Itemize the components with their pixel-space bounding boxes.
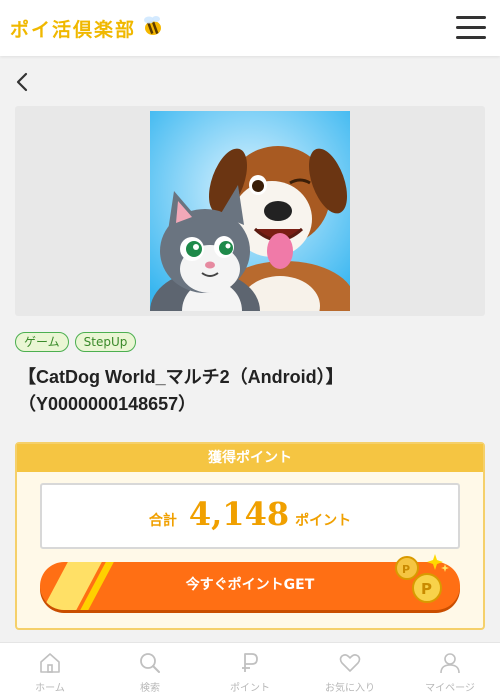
home-icon xyxy=(40,653,60,673)
site-logo[interactable]: ポイ活倶楽部 xyxy=(10,14,164,42)
nav-item-mypage[interactable]: マイページ xyxy=(400,643,500,700)
offer-title: 【CatDog World_マルチ2（Android）】（Y0000000148… xyxy=(18,367,344,414)
points-header: 獲得ポイント xyxy=(17,444,483,472)
bee-icon xyxy=(140,14,164,42)
user-icon xyxy=(440,653,460,674)
points-value: 4,148 xyxy=(188,495,290,533)
points-total-box: 合計 4,148 ポイント xyxy=(40,483,460,549)
app-thumbnail-image xyxy=(150,111,350,311)
site-header: ポイ活倶楽部 xyxy=(0,0,500,56)
bottom-nav: ホーム 検索 ポイント お気に入り マイページ xyxy=(0,642,500,700)
nav-item-search[interactable]: 検索 xyxy=(100,643,200,700)
heart-icon xyxy=(339,654,361,672)
nav-label-search: 検索 xyxy=(140,683,160,694)
svg-text:P: P xyxy=(421,580,432,598)
app-image-frame xyxy=(15,106,485,316)
nav-item-point[interactable]: ポイント xyxy=(200,643,300,700)
nav-item-home[interactable]: ホーム xyxy=(0,643,100,700)
search-icon xyxy=(140,653,160,673)
svg-text:P: P xyxy=(402,563,410,576)
tag-stepup[interactable]: StepUp xyxy=(74,332,137,352)
logo-text: ポイ活倶楽部 xyxy=(10,18,137,41)
points-total-label: 合計 xyxy=(148,513,177,529)
tag-game[interactable]: ゲーム xyxy=(15,332,69,352)
chevron-left-icon[interactable] xyxy=(14,72,32,92)
points-unit: ポイント xyxy=(295,513,352,529)
nav-label-favorite: お気に入り xyxy=(325,683,375,694)
point-icon xyxy=(242,653,258,672)
tag-list: ゲーム StepUp xyxy=(15,332,137,352)
coins-icon: P P xyxy=(393,552,453,608)
nav-label-home: ホーム xyxy=(35,683,65,694)
hamburger-menu-icon[interactable] xyxy=(456,14,488,42)
points-card: 獲得ポイント 合計 4,148 ポイント 今すぐポイントGET P P xyxy=(15,442,485,630)
main-content: ゲーム StepUp 【CatDog World_マルチ2（Android）】（… xyxy=(0,56,500,642)
nav-label-point: ポイント xyxy=(230,683,270,694)
nav-item-favorite[interactable]: お気に入り xyxy=(300,643,400,700)
nav-label-mypage: マイページ xyxy=(425,683,475,694)
